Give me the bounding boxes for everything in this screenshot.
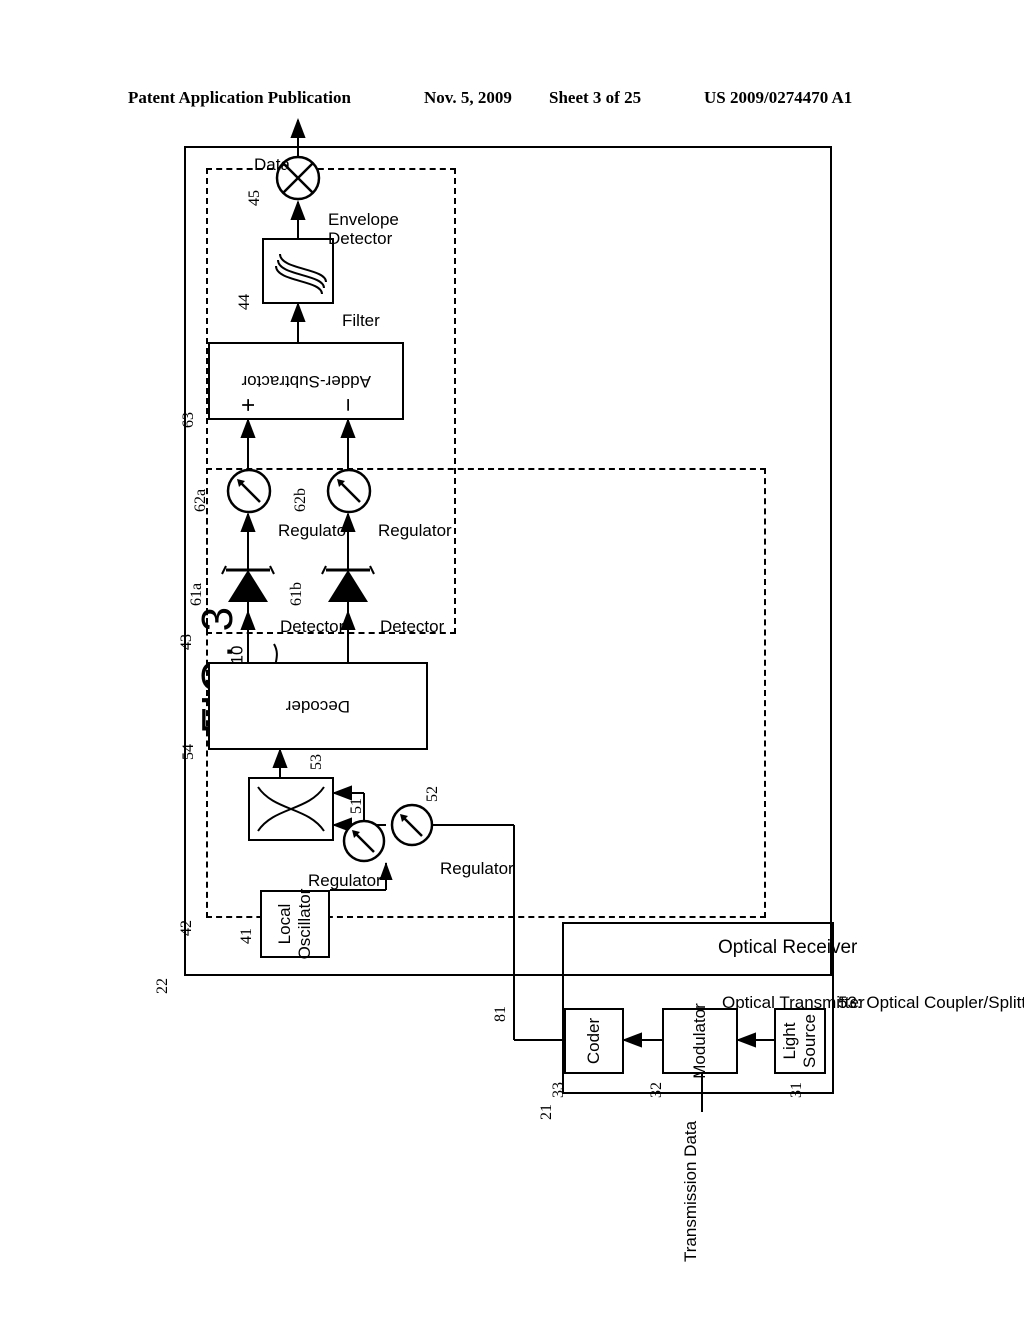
regulator-52-label: Regulator (440, 859, 514, 878)
regulator-51-ref: 51 (348, 798, 365, 814)
optical-coupler-splitter-block (248, 777, 334, 841)
optical-coupler-caption: 53: Optical Coupler/Splitter (838, 993, 1024, 1012)
modulator-label: Modulator (690, 1003, 709, 1079)
receiver-system-ref: 22 (154, 978, 171, 994)
optical-coupler-ref: 53 (308, 754, 325, 770)
decoder-label: Decoder (285, 697, 351, 716)
optical-receiver-ref: 42 (178, 920, 195, 936)
detector-61a-ref: 61a (188, 582, 205, 606)
regulator-62a-icon (226, 468, 272, 514)
light-source-ref: 31 (788, 1082, 805, 1098)
figure-canvas: FIG. 3 10 (0, 0, 1024, 1320)
receiver-backend-ref: 43 (178, 634, 195, 650)
regulator-62b-label: Regulator (378, 521, 452, 540)
regulator-52-icon (390, 803, 434, 847)
filter-label: Filter (342, 311, 380, 330)
modulator-block: Modulator (662, 1003, 738, 1079)
detector-61a-label: Detector (280, 617, 345, 636)
decoder-ref: 54 (180, 744, 197, 760)
coder-ref: 33 (550, 1082, 567, 1098)
data-output-label: Data (254, 155, 290, 174)
coder-block: Coder (564, 1008, 624, 1074)
fiber-link-ref: 81 (492, 1006, 509, 1022)
regulator-62b-icon (326, 468, 372, 514)
regulator-62a-ref: 62a (192, 488, 209, 512)
optical-receiver-title: Optical Receiver (718, 937, 858, 958)
envelope-detector-ref: 45 (246, 190, 263, 206)
detector-61a-icon (221, 560, 275, 612)
adder-plus-sign: + (235, 397, 262, 412)
local-oscillator-ref: 41 (238, 928, 255, 944)
regulator-51-label: Regulator (308, 871, 382, 890)
adder-subtractor-ref: 63 (180, 412, 197, 428)
envelope-detector-label: Envelope Detector (328, 210, 399, 249)
filter-ref: 44 (236, 294, 253, 310)
regulator-52-ref: 52 (424, 786, 441, 802)
local-oscillator-block: Local Oscillator (260, 888, 330, 960)
light-source-block: Light Source (774, 1008, 826, 1074)
detector-61b-ref: 61b (288, 582, 305, 606)
regulator-51-icon (342, 819, 386, 863)
decoder-block: Decoder (208, 662, 428, 750)
detector-61b-icon (321, 560, 375, 612)
filter-block (262, 238, 334, 304)
filter-response-icon (275, 253, 327, 295)
coder-label: Coder (584, 1017, 603, 1065)
detector-61b-label: Detector (380, 617, 445, 636)
regulator-62b-ref: 62b (292, 488, 309, 512)
optical-transmitter-ref: 21 (538, 1104, 555, 1120)
coupler-crossover-icon (257, 786, 325, 832)
modulator-ref: 32 (648, 1082, 665, 1098)
regulator-62a-label: Regulator (278, 521, 352, 540)
block-diagram-stage: Light Source 31 Modulator 32 Coder 33 Op… (154, 118, 1024, 1262)
local-oscillator-label: Local Oscillator (275, 888, 314, 960)
transmission-data-label: Transmission Data (681, 1120, 700, 1262)
light-source-label: Light Source (780, 1014, 819, 1068)
adder-minus-sign: − (335, 397, 362, 412)
